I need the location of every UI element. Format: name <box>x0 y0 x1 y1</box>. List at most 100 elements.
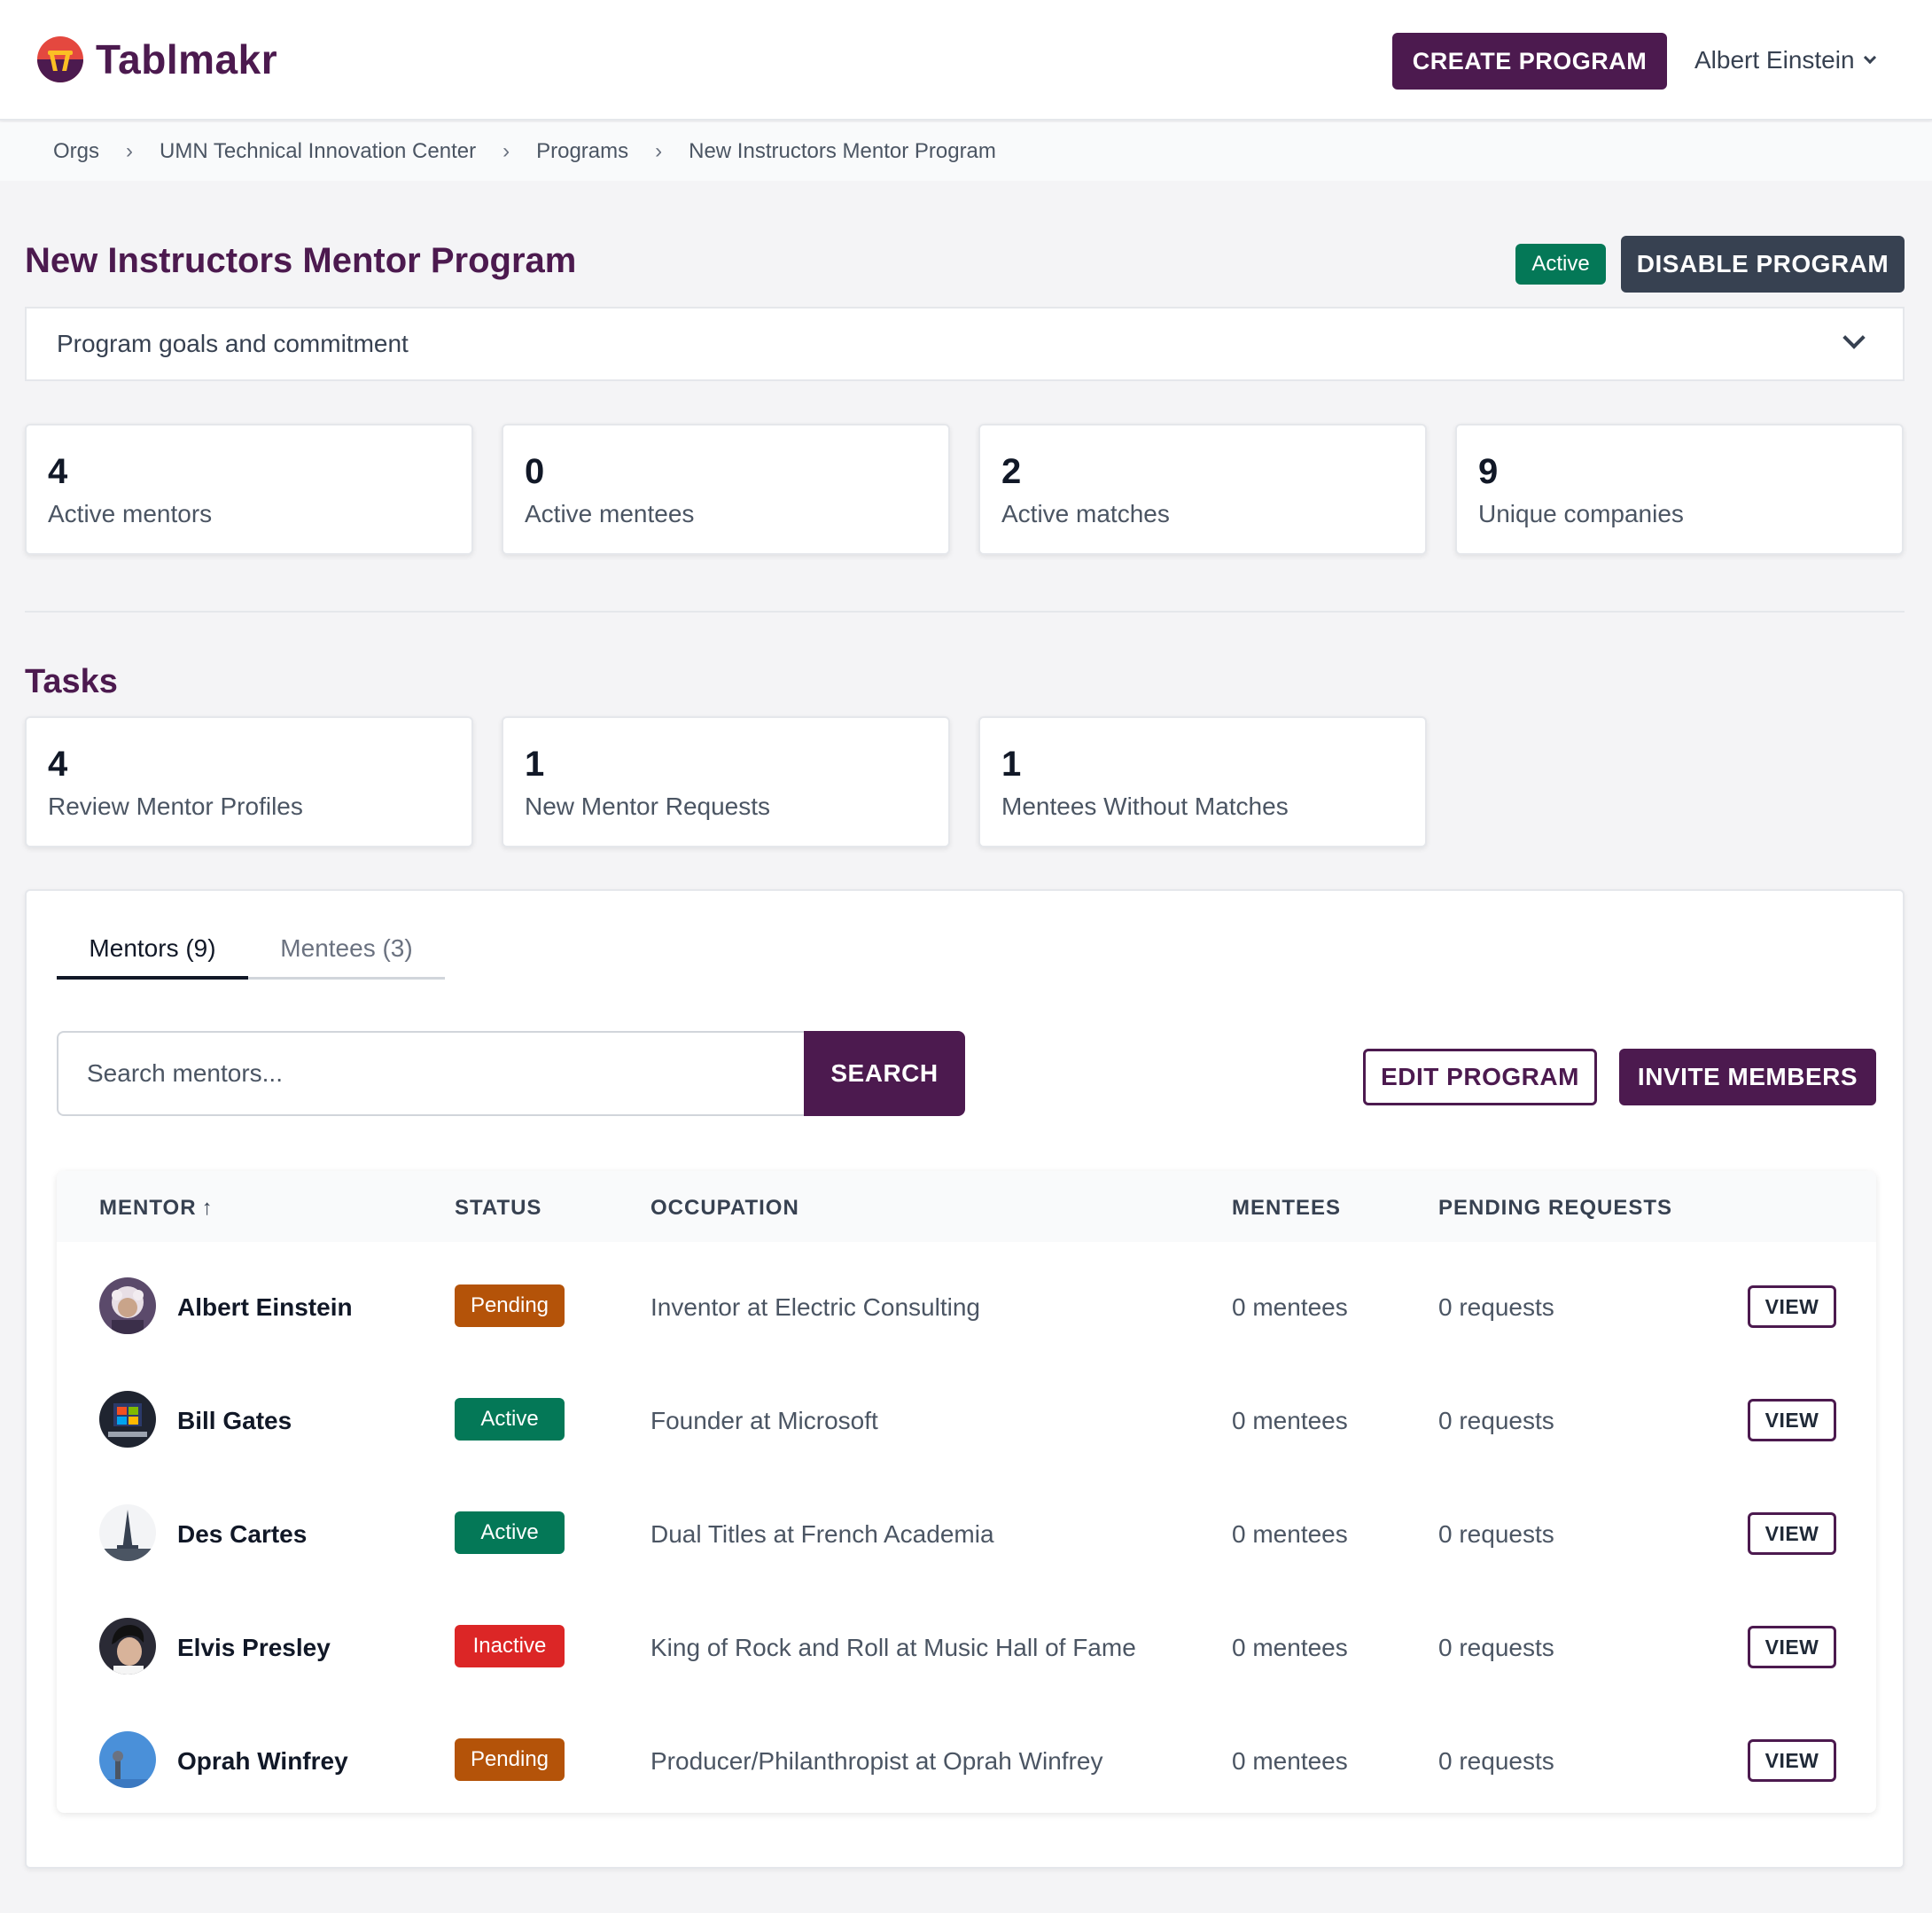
sort-ascending-icon: ↑ <box>201 1196 214 1220</box>
table-header: MENTOR ↑ STATUS OCCUPATION MENTEES PENDIN… <box>57 1171 1876 1242</box>
create-program-button[interactable]: CREATE PROGRAM <box>1392 33 1667 90</box>
task-count: 1 <box>525 745 545 784</box>
section-divider <box>25 611 1905 613</box>
task-card-mentor-requests[interactable]: 1 New Mentor Requests <box>502 716 950 847</box>
task-count: 1 <box>1001 745 1022 784</box>
search-button[interactable]: SEARCH <box>804 1031 965 1116</box>
mentors-table: MENTOR ↑ STATUS OCCUPATION MENTEES PENDIN… <box>57 1171 1876 1813</box>
stat-label: Active matches <box>1001 500 1170 527</box>
view-button[interactable]: VIEW <box>1748 1626 1836 1668</box>
mentor-name[interactable]: Albert Einstein <box>177 1293 353 1322</box>
mentees-count: 0 mentees <box>1232 1634 1348 1661</box>
picnic-table-logo-icon <box>37 36 83 82</box>
pending-requests-count: 0 requests <box>1438 1747 1554 1775</box>
task-label: New Mentor Requests <box>525 793 771 820</box>
mentees-count: 0 mentees <box>1232 1407 1348 1434</box>
pending-requests-count: 0 requests <box>1438 1293 1554 1321</box>
view-button[interactable]: VIEW <box>1748 1739 1836 1782</box>
mentor-name[interactable]: Oprah Winfrey <box>177 1747 348 1776</box>
chevron-right-icon: › <box>655 139 663 163</box>
column-header-pending-requests[interactable]: PENDING REQUESTS <box>1438 1196 1672 1221</box>
mentees-count: 0 mentees <box>1232 1520 1348 1548</box>
chevron-right-icon: › <box>502 139 510 163</box>
status-badge: Active <box>455 1398 565 1441</box>
app-logo[interactable]: Tablmakr <box>37 35 277 83</box>
avatar <box>99 1277 156 1334</box>
page-title: New Instructors Mentor Program <box>25 241 577 280</box>
pending-requests-count: 0 requests <box>1438 1407 1554 1434</box>
task-card-review-profiles[interactable]: 4 Review Mentor Profiles <box>25 716 473 847</box>
table-row: Elvis Presley Inactive King of Rock and … <box>57 1582 1876 1696</box>
edit-program-button[interactable]: EDIT PROGRAM <box>1363 1049 1597 1105</box>
stat-card-active-mentors: 4 Active mentors <box>25 424 473 555</box>
accordion-label: Program goals and commitment <box>57 330 409 357</box>
breadcrumb-org[interactable]: UMN Technical Innovation Center <box>160 139 476 164</box>
avatar <box>99 1504 156 1561</box>
table-row: Oprah Winfrey Pending Producer/Philanthr… <box>57 1696 1876 1809</box>
column-header-occupation[interactable]: OCCUPATION <box>650 1196 799 1221</box>
view-button[interactable]: VIEW <box>1748 1399 1836 1441</box>
members-panel: Mentors (9) Mentees (3) SEARCH EDIT PROG… <box>25 889 1905 1869</box>
stat-value: 4 <box>48 452 68 491</box>
mentees-count: 0 mentees <box>1232 1293 1348 1321</box>
mentor-name[interactable]: Des Cartes <box>177 1520 307 1549</box>
user-name: Albert Einstein <box>1694 46 1855 74</box>
status-badge: Active <box>455 1511 565 1554</box>
program-goals-accordion[interactable]: Program goals and commitment <box>25 307 1905 381</box>
avatar <box>99 1618 156 1675</box>
stat-card-unique-companies: 9 Unique companies <box>1455 424 1904 555</box>
view-button[interactable]: VIEW <box>1748 1512 1836 1555</box>
breadcrumb: Orgs › UMN Technical Innovation Center ›… <box>0 122 1932 181</box>
table-row: Des Cartes Active Dual Titles at French … <box>57 1469 1876 1582</box>
task-count: 4 <box>48 745 68 784</box>
task-label: Review Mentor Profiles <box>48 793 303 820</box>
stat-card-active-mentees: 0 Active mentees <box>502 424 950 555</box>
stat-label: Unique companies <box>1478 500 1684 527</box>
chevron-right-icon: › <box>126 139 134 163</box>
occupation: Inventor at Electric Consulting <box>650 1293 980 1321</box>
breadcrumb-current: New Instructors Mentor Program <box>689 139 996 163</box>
task-card-mentees-without-matches[interactable]: 1 Mentees Without Matches <box>978 716 1427 847</box>
stat-label: Active mentors <box>48 500 213 527</box>
tab-mentees[interactable]: Mentees (3) <box>248 926 445 980</box>
breadcrumb-orgs[interactable]: Orgs <box>53 139 99 164</box>
stat-value: 9 <box>1478 452 1499 491</box>
tasks-heading: Tasks <box>25 663 118 700</box>
stat-label: Active mentees <box>525 500 695 527</box>
invite-members-button[interactable]: INVITE MEMBERS <box>1619 1049 1876 1105</box>
stat-value: 2 <box>1001 452 1022 491</box>
mentees-count: 0 mentees <box>1232 1747 1348 1775</box>
avatar <box>99 1391 156 1448</box>
user-menu[interactable]: Albert Einstein <box>1694 46 1876 74</box>
occupation: Dual Titles at French Academia <box>650 1520 994 1548</box>
disable-program-button[interactable]: DISABLE PROGRAM <box>1621 236 1905 293</box>
app-name: Tablmakr <box>96 36 278 82</box>
stat-card-active-matches: 2 Active matches <box>978 424 1427 555</box>
column-header-status[interactable]: STATUS <box>455 1196 541 1221</box>
table-row: Bill Gates Active Founder at Microsoft 0… <box>57 1355 1876 1469</box>
status-badge: Pending <box>455 1284 565 1327</box>
view-button[interactable]: VIEW <box>1748 1285 1836 1328</box>
pending-requests-count: 0 requests <box>1438 1520 1554 1548</box>
task-label: Mentees Without Matches <box>1001 793 1289 820</box>
occupation: Founder at Microsoft <box>650 1407 878 1434</box>
column-header-mentor[interactable]: MENTOR ↑ <box>99 1196 214 1221</box>
pending-requests-count: 0 requests <box>1438 1634 1554 1661</box>
status-badge: Inactive <box>455 1625 565 1667</box>
mentor-name[interactable]: Bill Gates <box>177 1407 292 1435</box>
member-tabs: Mentors (9) Mentees (3) <box>57 926 445 980</box>
table-row: Albert Einstein Pending Inventor at Elec… <box>57 1242 1876 1355</box>
column-header-mentees[interactable]: MENTEES <box>1232 1196 1341 1221</box>
chevron-down-icon <box>1863 51 1876 65</box>
chevron-down-icon <box>1842 326 1866 349</box>
occupation: Producer/Philanthropist at Oprah Winfrey <box>650 1747 1103 1775</box>
avatar <box>99 1731 156 1788</box>
search-mentors-input[interactable] <box>57 1031 805 1116</box>
mentor-name[interactable]: Elvis Presley <box>177 1634 331 1662</box>
stat-value: 0 <box>525 452 545 491</box>
breadcrumb-programs[interactable]: Programs <box>536 139 628 164</box>
program-status-badge: Active <box>1515 244 1606 285</box>
tab-mentors[interactable]: Mentors (9) <box>57 926 248 980</box>
occupation: King of Rock and Roll at Music Hall of F… <box>650 1634 1136 1661</box>
status-badge: Pending <box>455 1738 565 1781</box>
